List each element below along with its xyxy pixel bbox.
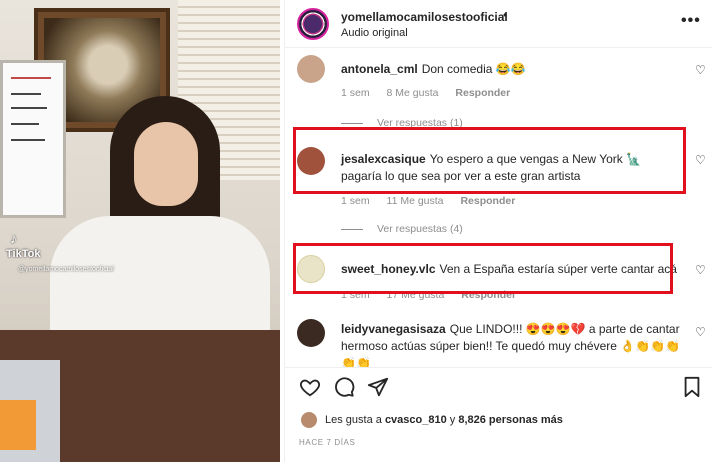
send-icon[interactable] — [367, 376, 389, 398]
comment-username[interactable]: leidyvanegasisaza — [341, 322, 446, 336]
post-media[interactable]: TikTok ♪ @yomellamocamilosestooficial — [0, 0, 280, 462]
comment-likes[interactable]: 8 Me gusta — [387, 87, 439, 99]
tiktok-label: TikTok — [6, 248, 41, 260]
reply-button[interactable]: Responder — [455, 87, 510, 99]
liker-avatar[interactable] — [301, 412, 317, 428]
post-header: yomellamocamilosestooficial • Audio orig… — [285, 0, 712, 48]
comment-icon[interactable] — [333, 376, 355, 398]
more-options-icon[interactable]: ••• — [681, 12, 701, 30]
tiktok-icon: ♪ — [10, 230, 17, 246]
comment-avatar[interactable] — [297, 55, 325, 83]
bookmark-icon[interactable] — [681, 376, 703, 398]
likes-summary: Les gusta a cvasco_810 y 8,826 personas … — [285, 406, 712, 436]
comment-like-icon[interactable]: ♡ — [695, 263, 706, 277]
comment-meta: 1 sem 8 Me gusta Responder — [341, 87, 524, 99]
likes-text[interactable]: Les gusta a cvasco_810 y 8,826 personas … — [325, 414, 563, 426]
comment-meta: 1 sem 11 Me gusta Responder — [341, 195, 529, 207]
comment-like-icon[interactable]: ♡ — [695, 325, 706, 339]
comment-avatar[interactable] — [297, 319, 325, 347]
comment-like-icon[interactable]: ♡ — [695, 153, 706, 167]
highlight-box — [293, 243, 673, 294]
comment-time[interactable]: 1 sem — [341, 87, 370, 99]
comment-likes[interactable]: 11 Me gusta — [387, 195, 444, 207]
author-avatar[interactable] — [297, 8, 329, 40]
post-date[interactable]: HACE 7 DÍAS — [299, 438, 355, 447]
highlight-box — [293, 127, 686, 194]
reply-button[interactable]: Responder — [460, 195, 515, 207]
comment-username[interactable]: antonela_cml — [341, 62, 418, 76]
tiktok-user: @yomellamocamilosestooficial — [18, 266, 114, 273]
comment-text: antonela_cml Don comedia 😂😂 — [341, 62, 526, 76]
comment-like-icon[interactable]: ♡ — [695, 63, 706, 77]
comment-text: leidyvanegasisaza Que LINDO!!! 😍😍😍💔 a par… — [341, 322, 681, 367]
action-bar — [285, 367, 712, 405]
laptop-keys — [0, 400, 36, 450]
comments-list: antonela_cml Don comedia 😂😂 ♡ 1 sem 8 Me … — [285, 49, 712, 367]
author-username[interactable]: yomellamocamilosestooficial — [341, 10, 508, 24]
heart-icon[interactable] — [299, 376, 321, 398]
separator-dot: • — [503, 8, 508, 22]
audio-label[interactable]: Audio original — [341, 27, 408, 39]
post-sidebar: yomellamocamilosestooficial • Audio orig… — [284, 0, 712, 462]
view-replies-button[interactable]: Ver respuestas (4) — [341, 223, 463, 235]
comment-time[interactable]: 1 sem — [341, 195, 370, 207]
